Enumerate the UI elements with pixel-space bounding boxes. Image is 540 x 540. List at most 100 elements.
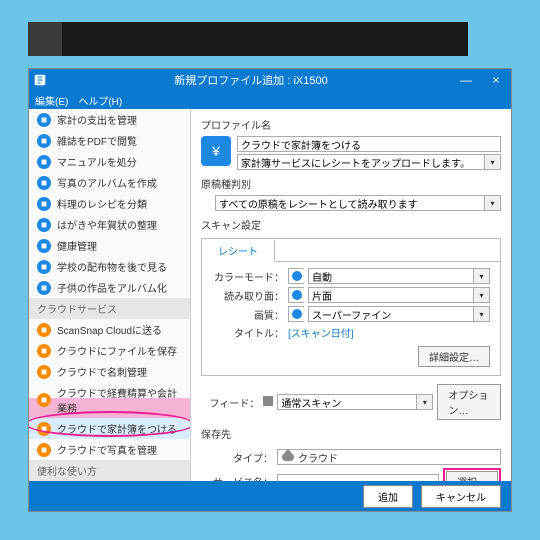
sidebar-item-icon [37,113,51,127]
menubar: 編集(E) ヘルプ(H) [29,91,511,109]
feed-select[interactable] [277,394,417,410]
titlebar: 新規プロファイル追加 : iX1500 — × [29,69,511,91]
feed-label: フィード： [201,395,259,410]
dialog-footer: 追加 キャンセル [29,481,511,511]
sidebar-item[interactable]: クラウドにファイルを保存 [29,340,190,361]
sidebar-item[interactable]: クラウドで名刺管理 [29,361,190,382]
sidebar-item-label: 家計の支出を管理 [57,112,137,127]
color-mode-select[interactable] [308,268,474,284]
sidebar-item-label: クラウドで写真を管理 [57,442,157,457]
sidebar-item-icon [37,260,51,274]
add-button[interactable]: 追加 [363,485,413,508]
quality-label: 画質： [212,307,284,322]
color-mode-icon [288,268,304,284]
select-service-button[interactable]: 選択… [446,471,498,481]
title-label: タイトル： [212,325,284,340]
sidebar-item[interactable]: クラウドで経費精算や会計業務 [29,382,190,418]
color-mode-dropdown[interactable]: ▾ [474,268,490,284]
sidebar-item-label: 料理のレシピを分類 [57,196,147,211]
dest-label: 保存先 [201,426,501,441]
sidebar: 家計の支出を管理雑誌をPDFで閲覧マニュアルを処分写真のアルバムを作成料理のレシ… [29,109,191,481]
sidebar-item-label: マニュアルを処分 [57,154,137,169]
menu-help[interactable]: ヘルプ(H) [78,93,122,108]
window-title: 新規プロファイル追加 : iX1500 [51,72,451,88]
minimize-button[interactable]: — [451,73,481,87]
sidebar-item[interactable]: 写真のアルバムを作成 [29,172,190,193]
sidebar-group-cloud: クラウドサービス [29,298,190,319]
scan-settings-panel: レシート カラーモード： ▾ 読み取り面： ▾ 画質： [201,238,501,376]
sidebar-item-label: クラウドで家計簿をつける [57,421,177,436]
sidebar-item-icon [37,344,51,358]
profile-desc-dropdown[interactable]: ▾ [485,154,501,170]
side-icon [288,287,304,303]
side-label: 読み取り面： [212,288,284,303]
sidebar-item-label: 写真のアルバムを作成 [57,175,157,190]
profile-icon: ¥ [201,136,231,166]
cloud-icon [282,453,294,461]
menu-edit[interactable]: 編集(E) [35,93,68,108]
sidebar-item[interactable]: 家計の支出を管理 [29,109,190,130]
profile-name-label: プロファイル名 [201,117,501,132]
sidebar-item-icon [37,323,51,337]
close-button[interactable]: × [481,73,511,87]
title-value-link[interactable]: [スキャン日付] [288,325,354,340]
sidebar-item-icon [37,134,51,148]
sidebar-item[interactable]: 料理のレシピを分類 [29,193,190,214]
feed-dropdown[interactable]: ▾ [417,394,433,410]
sidebar-item[interactable]: クラウドで家計簿をつける [29,418,190,439]
sidebar-item-label: 子供の作品をアルバム化 [57,280,167,295]
service-label: サービス名： [201,474,273,481]
sidebar-item-icon [37,422,51,436]
option-button[interactable]: オプション… [437,384,501,420]
sidebar-item-icon [37,365,51,379]
top-banner [28,22,468,56]
app-icon [29,69,51,91]
sidebar-item[interactable]: 子供の作品をアルバム化 [29,277,190,298]
detail-settings-button[interactable]: 詳細設定… [418,346,490,367]
doctype-label: 原稿種判別 [201,176,501,191]
sidebar-item-icon [37,155,51,169]
sidebar-item[interactable]: はがきや年賀状の整理 [29,214,190,235]
step-number-box [28,22,62,56]
scan-settings-label: スキャン設定 [201,217,501,232]
sidebar-item-label: はがきや年賀状の整理 [57,217,157,232]
sidebar-item-label: 学校の配布物を後で見る [57,259,167,274]
dialog-window: 新規プロファイル追加 : iX1500 — × 編集(E) ヘルプ(H) 家計の… [28,68,512,512]
sidebar-item-icon [37,393,51,407]
side-select[interactable] [308,287,474,303]
type-value: クラウド [277,449,501,465]
sidebar-item[interactable]: マニュアルを処分 [29,151,190,172]
sidebar-item-label: 雑誌をPDFで閲覧 [57,133,137,148]
quality-dropdown[interactable]: ▾ [474,306,490,322]
sidebar-item-label: クラウドにファイルを保存 [57,343,177,358]
color-mode-label: カラーモード： [212,269,284,284]
profile-name-input[interactable] [237,136,501,152]
main-panel: プロファイル名 ¥ ▾ 原稿種判別 ▾ スキャン設定 [191,109,511,481]
sidebar-group-conv: 便利な使い方 [29,460,190,481]
sidebar-item[interactable]: クラウドで写真を管理 [29,439,190,460]
sidebar-item[interactable]: 学校の配布物を後で見る [29,256,190,277]
sidebar-item[interactable]: 健康管理 [29,235,190,256]
sidebar-item[interactable]: ScanSnap Cloudに送る [29,319,190,340]
service-value [277,474,439,482]
tab-receipt[interactable]: レシート [202,240,275,262]
sidebar-item-icon [37,176,51,190]
sidebar-item-icon [37,197,51,211]
quality-select[interactable] [308,306,474,322]
sidebar-item-label: ScanSnap Cloudに送る [57,322,162,337]
doctype-dropdown[interactable]: ▾ [485,195,501,211]
sidebar-item-icon [37,281,51,295]
sidebar-item[interactable]: 雑誌をPDFで閲覧 [29,130,190,151]
side-dropdown[interactable]: ▾ [474,287,490,303]
sidebar-item-label: 健康管理 [57,238,97,253]
type-label: タイプ： [201,450,273,465]
sidebar-item-label: クラウドで経費精算や会計業務 [57,385,182,415]
doctype-select[interactable] [215,195,485,211]
type-value-text: クラウド [298,450,338,465]
feed-icon [263,396,273,409]
quality-icon [288,306,304,322]
sidebar-item-icon [37,218,51,232]
cancel-button[interactable]: キャンセル [421,485,501,508]
profile-desc-input[interactable] [237,154,485,170]
sidebar-item-label: クラウドで名刺管理 [57,364,147,379]
